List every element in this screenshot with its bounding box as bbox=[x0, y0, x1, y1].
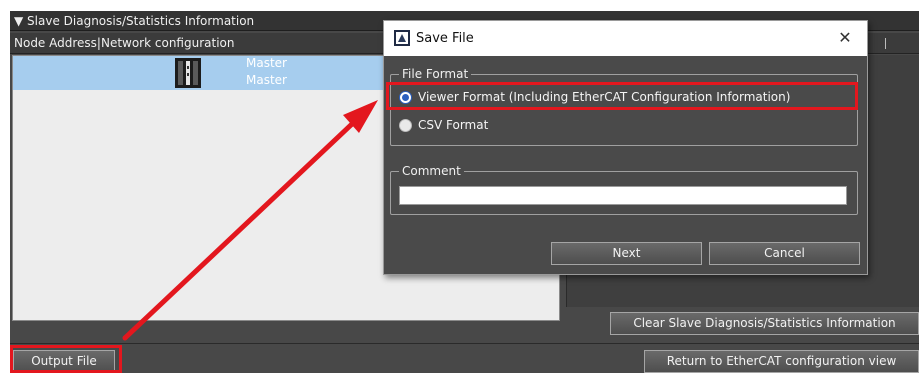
comment-input[interactable] bbox=[399, 186, 847, 205]
node-model: Master bbox=[246, 73, 287, 87]
save-file-dialog: Save File ✕ File Format Viewer Format (I… bbox=[383, 20, 868, 275]
csv-format-label: CSV Format bbox=[418, 118, 489, 132]
comment-label: Comment bbox=[399, 163, 464, 179]
dialog-titlebar[interactable]: Save File ✕ bbox=[384, 21, 867, 56]
close-icon[interactable]: ✕ bbox=[832, 25, 858, 51]
comment-group: Comment bbox=[390, 163, 858, 215]
viewer-format-radio[interactable] bbox=[399, 91, 412, 104]
csv-format-radio[interactable] bbox=[399, 119, 412, 132]
cancel-button[interactable]: Cancel bbox=[709, 242, 860, 265]
output-file-button[interactable]: Output File bbox=[13, 350, 115, 373]
controller-device-icon bbox=[175, 58, 201, 88]
app-window-icon bbox=[394, 30, 410, 46]
next-button[interactable]: Next bbox=[551, 242, 702, 265]
column-header-label: Node Address|Network configuration bbox=[14, 36, 235, 50]
dialog-title: Save File bbox=[416, 31, 474, 46]
csv-format-option[interactable]: CSV Format bbox=[399, 118, 559, 136]
footer-divider bbox=[10, 343, 919, 344]
file-format-group: File Format Viewer Format (Including Eth… bbox=[390, 66, 858, 146]
column-separator[interactable] bbox=[885, 38, 886, 49]
node-name: Master bbox=[246, 56, 287, 70]
return-to-config-button[interactable]: Return to EtherCAT configuration view bbox=[644, 350, 919, 373]
clear-diagnosis-button[interactable]: Clear Slave Diagnosis/Statistics Informa… bbox=[610, 312, 919, 335]
file-format-label: File Format bbox=[399, 66, 472, 82]
viewer-format-label: Viewer Format (Including EtherCAT Config… bbox=[418, 90, 791, 104]
viewer-format-option[interactable]: Viewer Format (Including EtherCAT Config… bbox=[399, 90, 839, 108]
